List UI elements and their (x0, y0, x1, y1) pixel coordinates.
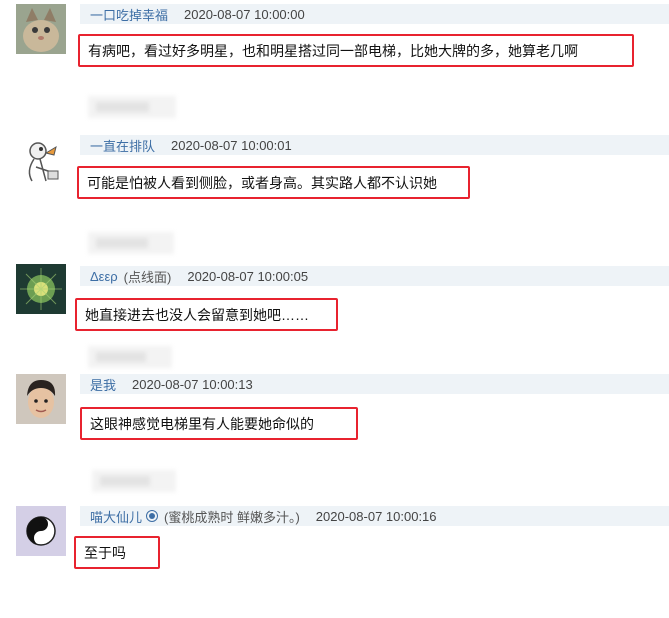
avatar[interactable] (16, 4, 66, 54)
comment-text: 有病吧，看过好多明星，也和明星搭过同一部电梯，比她大牌的多，她算老几啊 (78, 34, 634, 67)
member-badge-icon (146, 510, 159, 522)
comment-text-content: 这眼神感觉电梯里有人能要她命似的 (90, 415, 314, 432)
timestamp: 2020-08-07 10:00:01 (171, 137, 292, 153)
avatar[interactable] (16, 506, 66, 556)
timestamp: 2020-08-07 10:00:16 (315, 508, 437, 524)
avatar[interactable] (16, 374, 66, 424)
timestamp: 2020-08-07 10:00:00 (184, 6, 305, 22)
comment-item: 喵大仙儿 (蜜桃成熟时 鲜嫩多汁。) 2020-08-07 10:00:16 至… (0, 502, 669, 618)
comment-header: 一口吃掉幸福 2020-08-07 10:00:00 (80, 4, 669, 24)
comment-text-content: 有病吧，看过好多明星，也和明星搭过同一部电梯，比她大牌的多，她算老几啊 (88, 42, 578, 59)
comment-text: 可能是怕被人看到侧脸，或者身高。其实路人都不认识她 (77, 166, 470, 199)
redacted-reply (88, 232, 174, 254)
username-link[interactable]: 喵大仙儿 (90, 507, 142, 526)
comment-header: Δεερ (点线面) 2020-08-07 10:00:05 (80, 266, 669, 286)
comment-item: 一直在排队 2020-08-07 10:00:01 可能是怕被人看到侧脸，或者身… (0, 131, 669, 247)
redacted-reply (88, 346, 172, 368)
comment-text: 这眼神感觉电梯里有人能要她命似的 (80, 407, 358, 440)
comment-header: 是我 2020-08-07 10:00:13 (80, 374, 669, 394)
redacted-reply (88, 96, 176, 118)
redacted-reply (92, 470, 176, 492)
comment-text: 她直接进去也没人会留意到她吧…… (75, 298, 338, 331)
timestamp: 2020-08-07 10:00:13 (132, 376, 253, 392)
comment-text: 至于吗 (74, 536, 160, 569)
comment-header: 喵大仙儿 (蜜桃成熟时 鲜嫩多汁。) 2020-08-07 10:00:16 (80, 506, 669, 526)
comment-text-content: 可能是怕被人看到侧脸，或者身高。其实路人都不认识她 (87, 174, 437, 191)
username-link[interactable]: 一口吃掉幸福 (90, 5, 168, 24)
timestamp: 2020-08-07 10:00:05 (187, 268, 309, 284)
comment-header: 一直在排队 2020-08-07 10:00:01 (80, 135, 669, 155)
user-nickname: (点线面) (123, 269, 172, 285)
username-link[interactable]: 是我 (90, 375, 116, 394)
comment-text-content: 至于吗 (84, 544, 126, 561)
avatar[interactable] (16, 264, 66, 314)
username-link[interactable]: Δεερ (90, 269, 118, 284)
user-nickname: (蜜桃成熟时 鲜嫩多汁。) (164, 509, 300, 525)
username-link[interactable]: 一直在排队 (90, 136, 155, 155)
comment-text-content: 她直接进去也没人会留意到她吧…… (85, 306, 309, 323)
avatar[interactable] (16, 137, 66, 187)
